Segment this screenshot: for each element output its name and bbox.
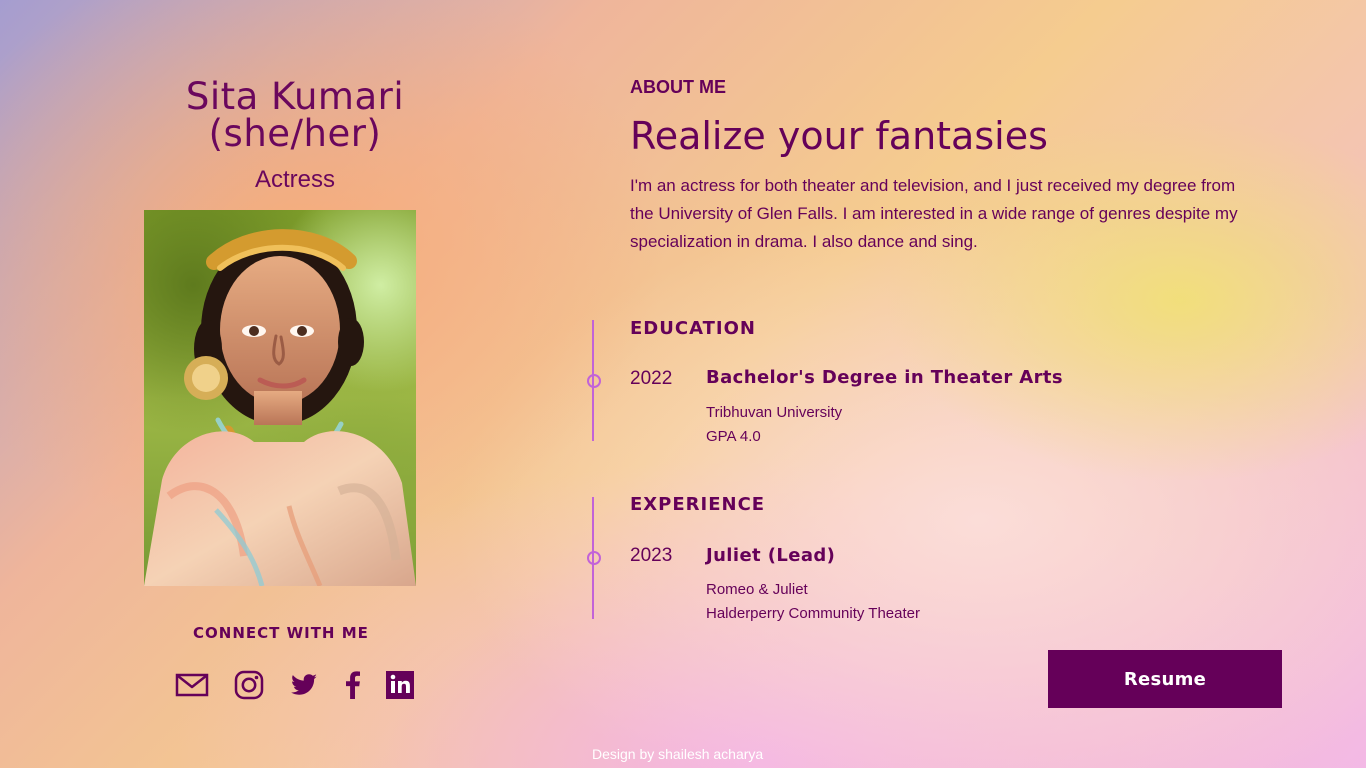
education-degree: Bachelor's Degree in Theater Arts <box>706 367 1064 388</box>
social-links <box>175 668 425 702</box>
education-year: 2022 <box>630 368 673 389</box>
mail-icon[interactable] <box>175 668 209 702</box>
profile-role: Actress <box>254 166 335 193</box>
footer-credit: Design by shailesh acharya <box>592 746 764 762</box>
profile-column: Sita Kumari (she/her) Actress CONNECT WI… <box>0 0 560 768</box>
experience-production: Romeo & Juliet <box>706 581 808 598</box>
facebook-icon[interactable] <box>336 668 370 702</box>
experience-title: EXPERIENCE <box>630 494 766 515</box>
education-gpa: GPA 4.0 <box>706 428 761 445</box>
linkedin-icon[interactable] <box>383 668 417 702</box>
experience-timeline-dot <box>587 551 601 565</box>
resume-button[interactable]: Resume <box>1048 650 1282 708</box>
education-title: EDUCATION <box>630 318 756 339</box>
about-description: I'm an actress for both theater and tele… <box>630 176 1238 251</box>
profile-photo <box>144 210 416 586</box>
profile-name-line-1: Sita Kumari <box>185 75 405 118</box>
education-school: Tribhuvan University <box>706 404 843 421</box>
experience-year: 2023 <box>630 545 673 566</box>
experience-company: Halderperry Community Theater <box>706 605 920 622</box>
experience-role: Juliet (Lead) <box>706 545 836 566</box>
connect-title: CONNECT WITH ME <box>193 624 369 642</box>
about-headline: Realize your fantasies <box>630 114 1048 158</box>
twitter-icon[interactable] <box>287 668 321 702</box>
education-timeline-dot <box>587 374 601 388</box>
profile-name: Sita Kumari (she/her) <box>132 78 458 152</box>
content-column: ABOUT ME Realize your fantasies I'm an a… <box>560 0 1366 768</box>
instagram-icon[interactable] <box>232 668 266 702</box>
about-label: ABOUT ME <box>630 77 726 97</box>
profile-pronouns: (she/her) <box>208 112 382 155</box>
